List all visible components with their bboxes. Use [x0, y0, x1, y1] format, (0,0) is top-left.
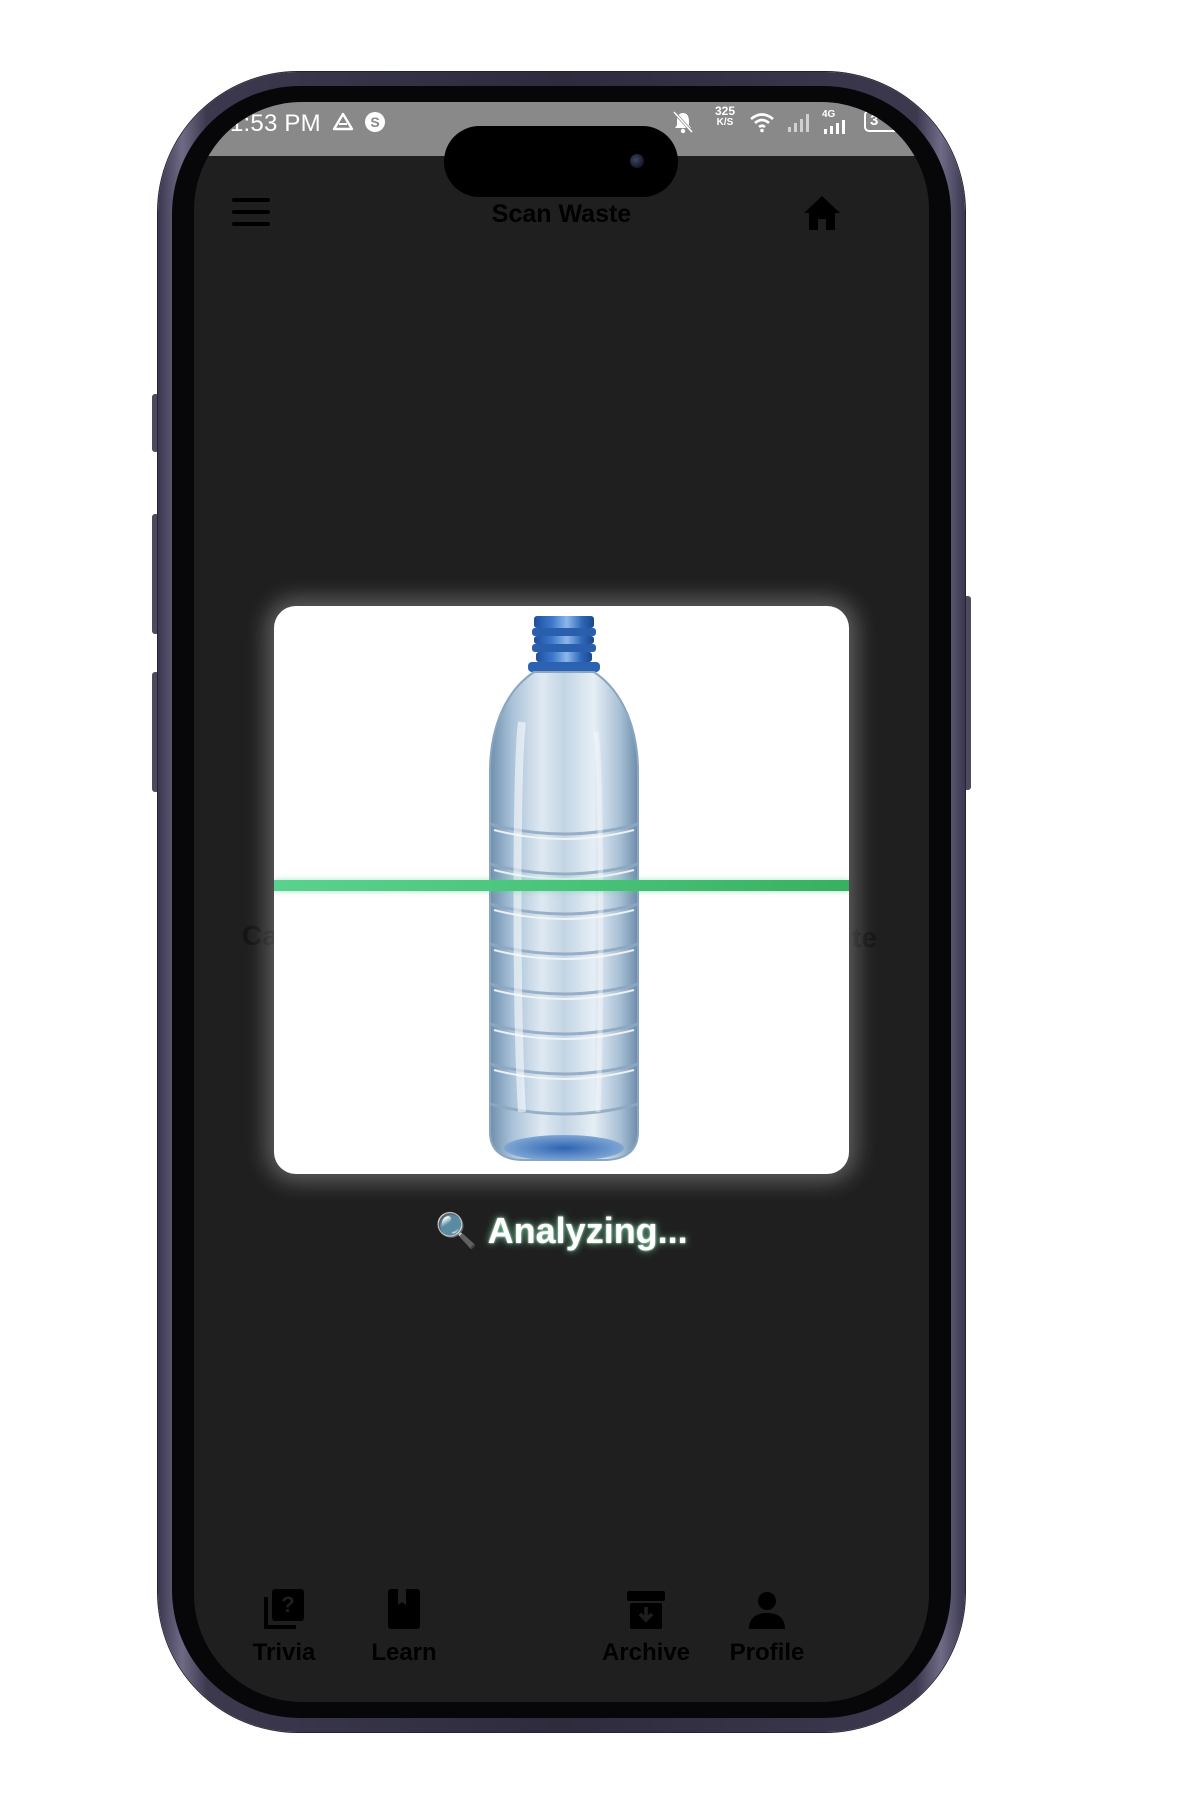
nav-label-trivia: Trivia [252, 1639, 316, 1666]
app-header: Scan Waste [194, 156, 929, 266]
net-speed-unit: K/S [716, 117, 734, 128]
person-icon [712, 1585, 822, 1631]
skype-icon: S [364, 110, 386, 134]
background-text-left: Ca [242, 920, 278, 951]
trivia-icon: ? [229, 1585, 339, 1631]
net-speed: 325 K/S [709, 105, 741, 129]
nav-item-profile[interactable]: Profile [712, 1585, 822, 1667]
battery-icon: 3 [864, 110, 908, 132]
device-mockup: 1:53 PM S 325 K/S 4G 3 Scan Waste Ca te … [0, 0, 1200, 1800]
svg-text:?: ? [281, 1592, 294, 1617]
nav-label-learn: Learn [371, 1639, 437, 1666]
nav-label-archive: Archive [601, 1639, 691, 1666]
book-icon [349, 1585, 459, 1631]
nav-item-archive[interactable]: Archive [591, 1585, 701, 1667]
scan-line [274, 880, 849, 891]
svg-text:S: S [370, 114, 379, 130]
phone-screen: 1:53 PM S 325 K/S 4G 3 Scan Waste Ca te … [194, 102, 929, 1702]
nav-item-trivia[interactable]: ? Trivia [229, 1585, 339, 1667]
nav-item-learn[interactable]: Learn [349, 1585, 459, 1667]
net-speed-value: 325 [714, 104, 736, 118]
nav-label-profile: Profile [729, 1639, 805, 1666]
network-type: 4G [822, 109, 836, 120]
drive-icon [332, 110, 354, 134]
status-time: 1:53 PM [230, 110, 321, 137]
archive-icon [591, 1585, 701, 1631]
mute-notification-icon [672, 110, 694, 134]
analyzing-status: 🔍 Analyzing... [194, 1210, 929, 1252]
home-icon[interactable] [802, 194, 842, 232]
magnifier-icon: 🔍 [435, 1212, 478, 1250]
analyzing-text: Analyzing... [487, 1210, 688, 1251]
background-text-right: te [852, 922, 877, 953]
wifi-icon [749, 110, 775, 134]
scan-preview-card [274, 606, 849, 1174]
signal-icon-sim1 [786, 110, 814, 134]
power-button [964, 596, 971, 790]
battery-level: 3 [870, 112, 879, 129]
signal-icon-sim2: 4G [822, 110, 850, 134]
